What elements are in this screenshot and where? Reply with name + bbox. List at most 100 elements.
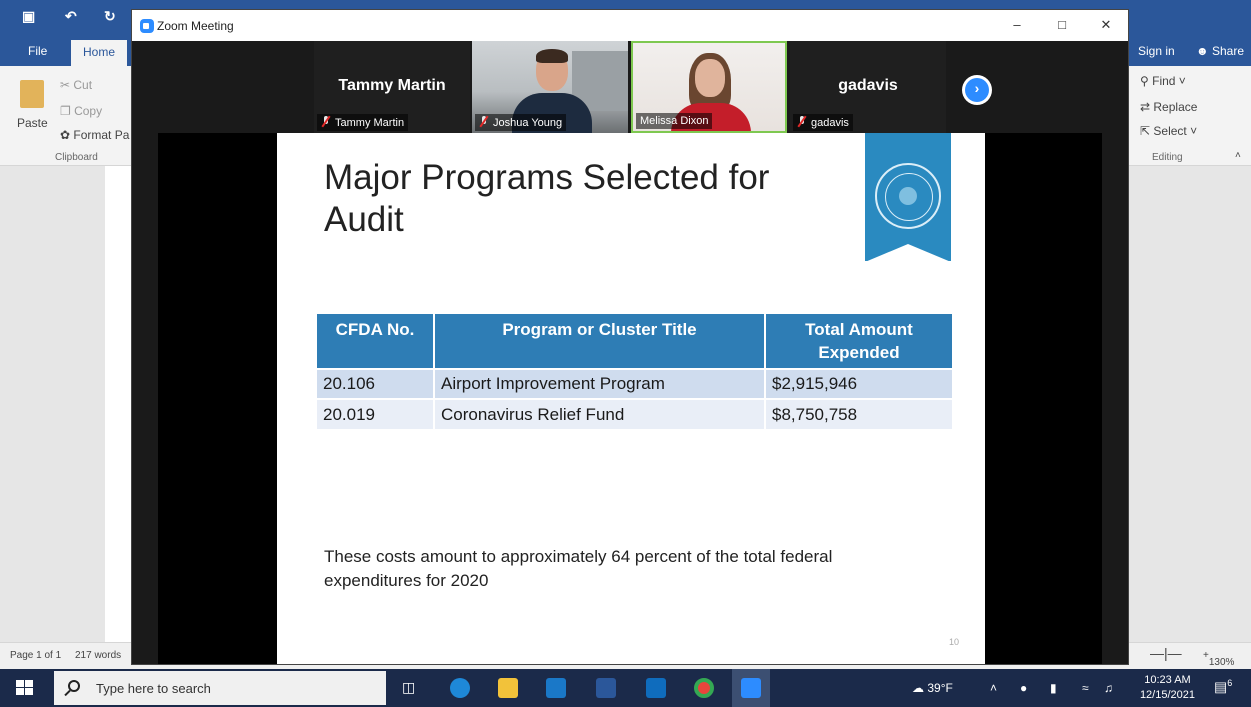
volume-icon[interactable]: ♫ [1104,681,1113,695]
column-header: Total Amount Expended [764,314,952,369]
editing-group-label: Editing [1152,152,1183,163]
chrome-icon[interactable] [694,678,714,698]
table-cell: Airport Improvement Program [433,368,765,399]
paste-button[interactable]: Paste [17,116,48,130]
save-icon[interactable]: ▣ [22,8,35,25]
copy-label: Copy [74,104,103,118]
participant-strip: Tammy Martin Tammy Martin Joshua Young M… [132,41,1128,133]
format-painter-button[interactable]: ✿ Format Pa [60,128,129,142]
wifi-icon[interactable]: ≈ [1082,681,1089,695]
participant-label-text: Tammy Martin [335,117,405,129]
replace-button[interactable]: ⇄ Replace [1140,100,1197,114]
muted-mic-icon [797,116,807,127]
weather-widget[interactable]: ☁ 39°F [912,681,953,695]
clock-time: 10:23 AM [1144,674,1191,686]
column-header: CFDA No. [317,314,434,369]
cut-label: Cut [73,78,93,92]
edge-icon[interactable] [450,678,470,698]
select-label: Select [1153,124,1187,138]
cut-button[interactable]: ✂ Cut [60,78,92,92]
word-page-edge [105,166,133,642]
participant-tile[interactable]: gadavis gadavis [790,41,946,133]
system-clock[interactable]: 10:23 AM 12/15/2021 [1140,673,1195,703]
table-cell: Coronavirus Relief Fund [433,398,765,429]
search-placeholder: Type here to search [96,681,211,696]
table-header-row: CFDA No. Program or Cluster Title Total … [317,314,952,369]
presentation-slide: Major Programs Selected for Audit CFDA N… [277,133,985,664]
participant-tile-active-speaker[interactable]: Melissa Dixon [631,41,787,133]
file-explorer-icon[interactable] [498,678,518,698]
desktop: ▣ ↶ ↻ File Home Sign in ☻ Share Paste ✂ … [0,0,1251,707]
participant-tile[interactable]: Tammy Martin Tammy Martin [314,41,470,133]
slide-title: Major Programs Selected for Audit [324,158,770,239]
format-painter-label: Format Pa [73,128,130,142]
zoom-app-icon[interactable] [741,678,761,698]
windows-taskbar: Type here to search ◫ ☁ 39°F ˄ ● ▮ ≈ ♫ 1… [0,669,1251,707]
clock-date: 12/15/2021 [1139,689,1195,701]
copy-button[interactable]: ❐ Copy [60,104,102,118]
participant-label: gadavis [793,114,853,131]
auditor-seal-banner [865,133,951,262]
taskbar-search-box[interactable]: Type here to search [54,671,386,705]
zoom-logo-icon [140,19,154,33]
participant-tile[interactable]: Joshua Young [472,41,628,133]
windows-start-icon[interactable] [16,680,34,696]
collapse-ribbon-icon[interactable]: ˄ [1235,150,1241,161]
undo-icon[interactable]: ↶ [65,8,77,25]
tab-file[interactable]: File [28,44,47,58]
select-button[interactable]: ⇱ Select ˅ [1140,124,1197,138]
notification-count: 6 [1227,678,1233,688]
outlook-icon[interactable] [646,678,666,698]
slide-footnote: These costs amount to approximately 64 p… [324,547,833,590]
table-cell: $2,915,946 [764,368,952,399]
zoom-level[interactable]: + 130% [1203,650,1234,668]
search-icon [68,680,80,692]
chevron-up-icon[interactable]: ˄ [990,681,997,695]
zoom-slider[interactable]: —|— [1150,645,1182,661]
weather-temperature: 39°F [927,681,953,695]
clipboard-group-label: Clipboard [55,152,98,163]
mail-icon[interactable] [546,678,566,698]
slide-page-number: 10 [949,637,960,647]
participant-label-text: Joshua Young [493,117,563,129]
sign-in-link[interactable]: Sign in [1138,44,1175,58]
share-button[interactable]: ☻ Share [1196,44,1244,58]
participant-display-name: gadavis [838,77,898,94]
zoom-level-value: 130% [1208,657,1235,668]
table-cell: 20.019 [317,398,434,429]
replace-label: Replace [1153,100,1198,114]
maximize-icon[interactable]: □ [1053,16,1071,34]
table-cell: 20.106 [317,368,434,399]
battery-icon[interactable]: ▮ [1050,681,1057,695]
find-label: Find [1152,74,1176,88]
next-participants-button[interactable]: › [962,75,992,105]
word-count[interactable]: 217 words [75,650,121,661]
redo-icon[interactable]: ↻ [104,8,116,25]
share-label: Share [1211,44,1244,58]
zoom-window-title: Zoom Meeting [157,19,234,33]
zoom-meeting-window: Zoom Meeting – □ ✕ Tammy Martin Tammy Ma… [131,9,1129,665]
muted-mic-icon [321,116,331,127]
tab-home[interactable]: Home [71,40,128,66]
network-icon[interactable]: ● [1020,681,1027,695]
participant-label-text: gadavis [811,117,849,129]
state-seal-icon [875,163,941,229]
zoom-title-bar: Zoom Meeting – □ ✕ [132,10,1128,41]
table-row: 20.019 Coronavirus Relief Fund $8,750,75… [317,398,952,429]
task-view-icon[interactable]: ◫ [402,679,415,696]
find-button[interactable]: ⚲ Find ˅ [1140,74,1186,88]
participant-display-name: Tammy Martin [338,77,446,94]
programs-table: CFDA No. Program or Cluster Title Total … [317,314,952,429]
participant-label-text: Melissa Dixon [640,115,709,127]
table-cell: $8,750,758 [764,398,952,429]
participant-label: Melissa Dixon [636,113,713,129]
participant-label: Joshua Young [475,114,567,131]
notification-center-icon[interactable]: ▤6 [1214,678,1232,696]
word-app-icon[interactable] [596,678,616,698]
table-row: 20.106 Airport Improvement Program $2,91… [317,368,952,399]
minimize-icon[interactable]: – [1008,16,1026,34]
paste-icon[interactable] [20,80,44,108]
page-count: Page 1 of 1 [10,650,62,661]
close-icon[interactable]: ✕ [1097,16,1115,34]
participant-label: Tammy Martin [317,114,409,131]
